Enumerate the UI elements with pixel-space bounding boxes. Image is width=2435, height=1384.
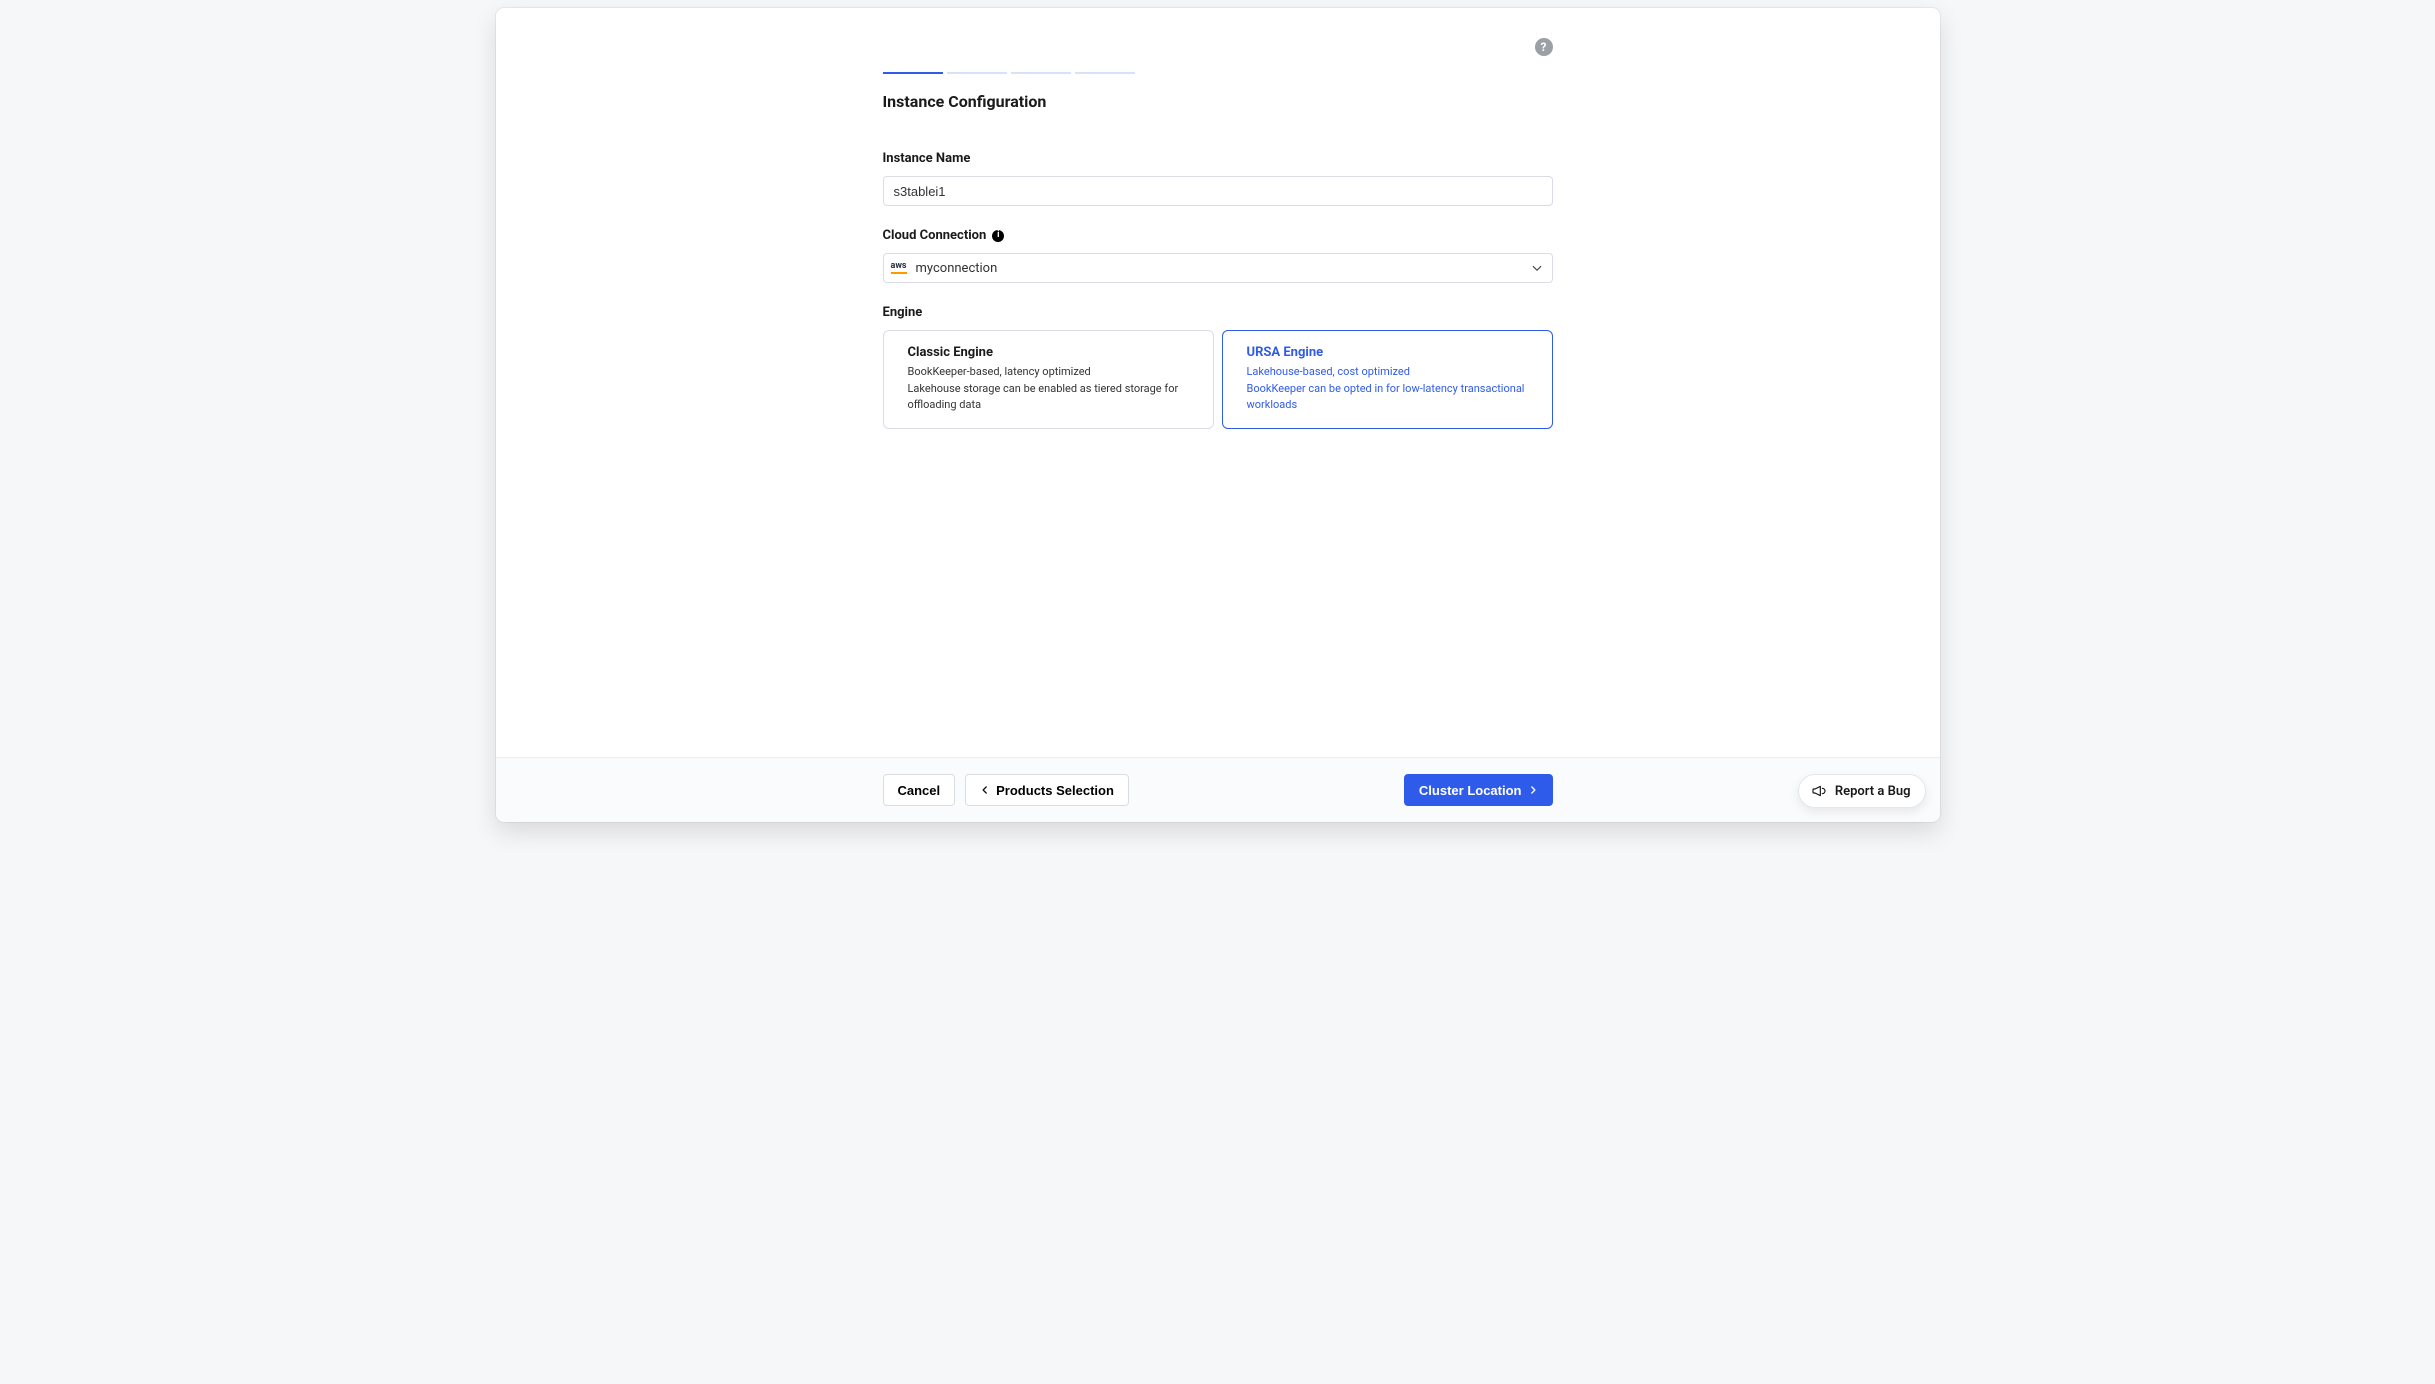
engine-option-classic[interactable]: Classic Engine BookKeeper-based, latency … — [883, 330, 1214, 429]
chevron-right-icon — [1528, 785, 1538, 795]
report-bug-button[interactable]: Report a Bug — [1798, 774, 1926, 808]
label-cloud-connection-text: Cloud Connection — [883, 228, 987, 243]
label-engine: Engine — [883, 305, 1553, 320]
cancel-button[interactable]: Cancel — [883, 774, 956, 806]
footer-bar: Cancel Products Selection Cluster Locati… — [496, 757, 1940, 822]
cancel-button-label: Cancel — [898, 783, 941, 798]
report-bug-label: Report a Bug — [1835, 784, 1911, 799]
step-2[interactable] — [947, 72, 1007, 74]
megaphone-icon — [1811, 783, 1827, 799]
label-cloud-connection: Cloud Connection i — [883, 228, 1553, 243]
engine-option-line2: BookKeeper can be opted in for low-laten… — [1247, 381, 1536, 414]
step-4[interactable] — [1075, 72, 1135, 74]
stepper — [883, 72, 1553, 74]
engine-option-line1: BookKeeper-based, latency optimized — [908, 364, 1197, 381]
cloud-connection-selected-value: myconnection — [916, 261, 998, 276]
chevron-left-icon — [980, 785, 990, 795]
step-3[interactable] — [1011, 72, 1071, 74]
back-button[interactable]: Products Selection — [965, 774, 1129, 806]
engine-option-line1: Lakehouse-based, cost optimized — [1247, 364, 1536, 381]
engine-option-line2: Lakehouse storage can be enabled as tier… — [908, 381, 1197, 414]
cloud-connection-select[interactable]: myconnection — [883, 253, 1553, 283]
back-button-label: Products Selection — [996, 783, 1114, 798]
help-icon[interactable]: ? — [1535, 38, 1553, 56]
next-button[interactable]: Cluster Location — [1404, 774, 1553, 806]
label-instance-name: Instance Name — [883, 151, 1553, 166]
instance-name-input[interactable] — [883, 176, 1553, 206]
engine-option-title: URSA Engine — [1247, 345, 1536, 360]
field-cloud-connection: Cloud Connection i aws myconnection — [883, 228, 1553, 283]
field-engine: Engine Classic Engine BookKeeper-based, l… — [883, 305, 1553, 429]
field-instance-name: Instance Name — [883, 151, 1553, 206]
section-title: Instance Configuration — [883, 92, 1553, 111]
next-button-label: Cluster Location — [1419, 783, 1522, 798]
info-icon[interactable]: i — [992, 230, 1004, 242]
engine-option-ursa[interactable]: URSA Engine Lakehouse-based, cost optimiz… — [1222, 330, 1553, 429]
engine-option-title: Classic Engine — [908, 345, 1197, 360]
step-1[interactable] — [883, 72, 943, 74]
